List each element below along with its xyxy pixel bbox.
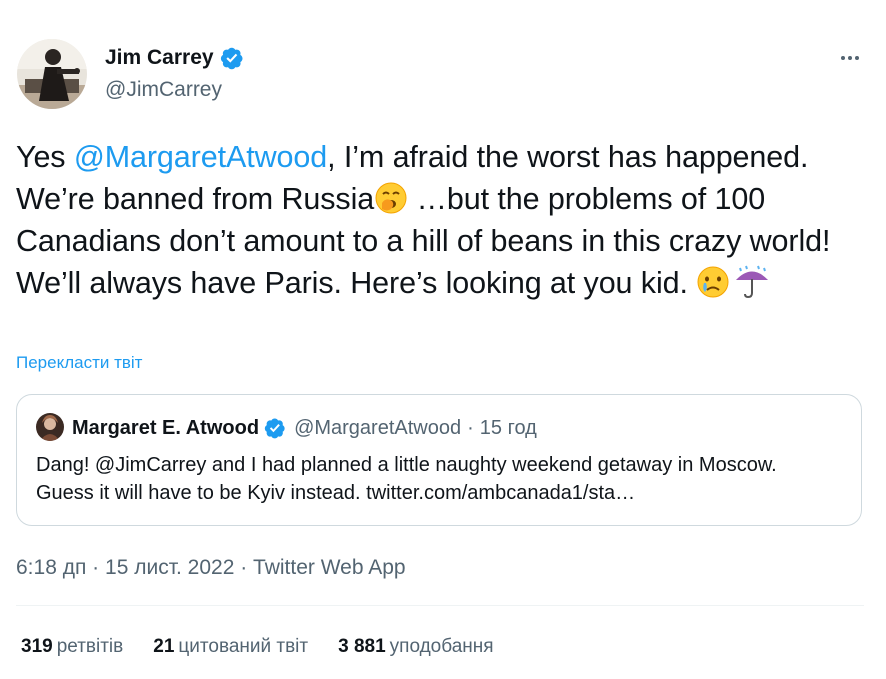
quote-author-handle: @MargaretAtwood — [294, 417, 462, 439]
tweet-meta: 6:18 дп · 15 лист. 2022 · Twitter Web Ap… — [16, 554, 406, 582]
meta-separator-1: · — [86, 556, 106, 579]
tweet-time[interactable]: 6:18 дп — [16, 556, 86, 579]
quote-author-name: Margaret E. Atwood — [72, 417, 260, 439]
translate-tweet-link[interactable]: Перекласти твіт — [16, 351, 142, 375]
umbrella-with-rain-icon — [732, 265, 769, 299]
quote-timestamp: 15 год — [479, 417, 537, 439]
divider — [16, 605, 864, 606]
quote-header: Margaret E. Atwood @MargaretAtwood · 15 … — [72, 415, 537, 441]
tweet-text-part1: Yes — [16, 140, 74, 174]
more-icon — [841, 56, 859, 60]
mention-link[interactable]: @MargaretAtwood — [74, 140, 327, 174]
likes-label: уподобання — [389, 636, 494, 657]
author-name-link[interactable]: Jim Carrey — [105, 44, 244, 72]
tweet-date[interactable]: 15 лист. 2022 — [105, 556, 234, 579]
author-name: Jim Carrey — [105, 46, 214, 69]
retweets-label: ретвітів — [56, 636, 124, 657]
quoted-tweet-card[interactable]: Margaret E. Atwood @MargaretAtwood · 15 … — [16, 394, 862, 526]
tweet-text: Yes @MargaretAtwood, I’m afraid the wors… — [16, 136, 856, 304]
verified-badge-icon — [264, 417, 286, 439]
verified-badge-icon — [220, 46, 244, 70]
retweets-count: 319 — [21, 636, 53, 657]
tweet-source[interactable]: Twitter Web App — [253, 556, 406, 579]
tweet-stats: 319 ретвітів 21 цитований твіт 3 881 уподоб… — [21, 634, 524, 660]
likes-count: 3 881 — [338, 636, 386, 657]
quote-author-avatar — [36, 413, 64, 441]
likes-stat[interactable]: 3 881 уподобання — [338, 634, 493, 660]
quote-separator: · — [467, 417, 474, 439]
author-handle[interactable]: @JimCarrey — [105, 76, 222, 104]
meta-separator-2: · — [234, 556, 254, 579]
retweets-stat[interactable]: 319 ретвітів — [21, 634, 123, 660]
quote-tweets-label: цитований твіт — [178, 636, 309, 657]
more-options-button[interactable] — [832, 44, 868, 72]
quote-tweets-stat[interactable]: 21 цитований твіт — [153, 634, 308, 660]
quote-text: Dang! @JimCarrey and I had planned a lit… — [36, 454, 777, 504]
tweet: Jim Carrey @JimCarrey Yes @MargaretAtwoo… — [0, 0, 886, 679]
author-avatar[interactable] — [17, 39, 87, 109]
crying-face-icon — [696, 265, 730, 299]
yawning-face-icon — [374, 181, 408, 215]
quote-tweets-count: 21 — [153, 636, 175, 657]
